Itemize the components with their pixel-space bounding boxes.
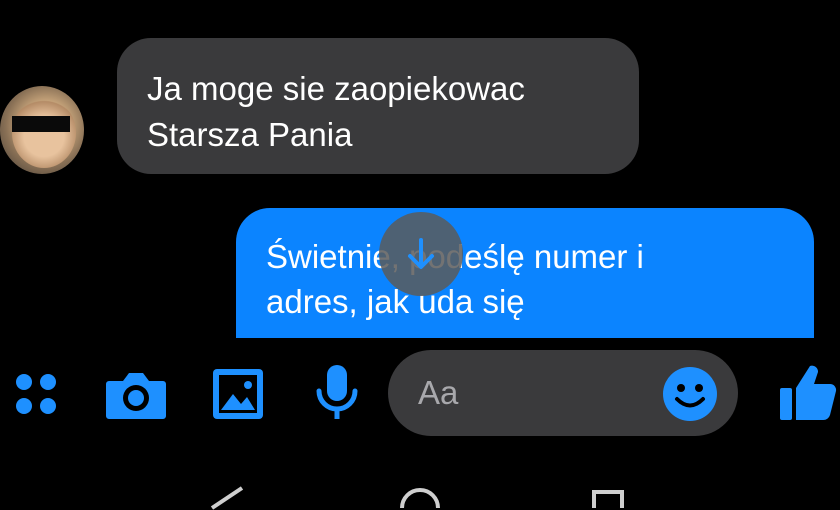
- microphone-button[interactable]: [312, 362, 362, 426]
- incoming-message-line-2: Starsza Pania: [147, 116, 353, 153]
- like-button[interactable]: [774, 358, 840, 426]
- censor-bar: [12, 116, 70, 132]
- outgoing-message-line-1: Świetnie, podeślę numer i: [266, 238, 644, 275]
- gallery-button[interactable]: [208, 364, 268, 424]
- thumbs-up-icon: [780, 365, 837, 421]
- system-navigation-bar: [0, 470, 840, 510]
- message-input-placeholder: Aa: [418, 374, 459, 411]
- microphone-icon: [316, 365, 358, 419]
- emoji-icon[interactable]: [662, 366, 718, 422]
- contact-avatar[interactable]: [0, 86, 84, 174]
- apps-icon: [16, 374, 56, 414]
- scroll-to-bottom-button[interactable]: [379, 212, 463, 296]
- home-icon[interactable]: [398, 484, 442, 508]
- incoming-message-bubble[interactable]: Ja moge sie zaopiekowac Starsza Pania: [117, 38, 639, 174]
- apps-button[interactable]: [8, 366, 64, 422]
- camera-button[interactable]: [104, 364, 168, 424]
- outgoing-message-line-2: adres, jak uda się: [266, 283, 525, 320]
- gallery-icon: [213, 369, 263, 419]
- back-icon[interactable]: [206, 486, 246, 510]
- arrow-down-icon: [408, 238, 434, 269]
- camera-icon: [106, 373, 166, 419]
- incoming-message-line-1: Ja moge sie zaopiekowac: [147, 70, 525, 107]
- outgoing-message-bubble[interactable]: Świetnie, podeślę numer i adres, jak uda…: [236, 208, 814, 338]
- avatar-face: [12, 98, 76, 168]
- message-input[interactable]: Aa: [388, 350, 738, 436]
- recents-icon[interactable]: [590, 488, 626, 508]
